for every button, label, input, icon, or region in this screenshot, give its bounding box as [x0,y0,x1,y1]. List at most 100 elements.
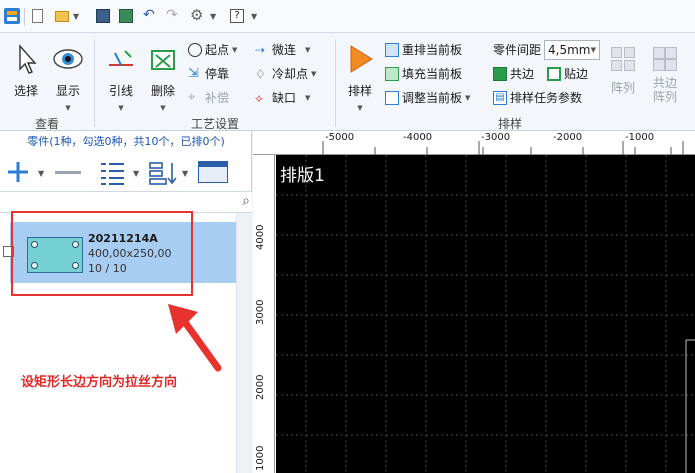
renest-board-button[interactable]: 重排当前板 [385,40,462,60]
common-array-button[interactable]: 共边 阵列 [647,43,683,104]
chevron-down-icon[interactable]: ▼ [133,169,139,178]
start-point-icon [188,43,202,57]
chevron-down-icon[interactable]: ▼ [357,104,362,112]
chevron-down-icon[interactable]: ▼ [305,88,310,108]
notch-button[interactable]: ⟡ 缺口 ▼ [255,88,310,108]
highlight-box [11,211,193,296]
common-array-label: 共边 阵列 [652,76,677,104]
compensate-button[interactable]: ⌖ 补偿 [188,88,229,108]
part-spacing-value: 4,5mm [548,43,591,57]
delete-button[interactable]: 删除 ▼ [143,43,183,113]
chevron-down-icon[interactable]: ▼ [38,169,44,178]
cooling-point-label: 冷却点 [272,67,309,81]
fill-board-button[interactable]: 填充当前板 [385,64,462,84]
vertical-ruler: 4000 3000 2000 1000 [253,155,275,473]
sort-icon [149,162,177,185]
nesting-canvas[interactable]: -5000 -4000 -3000 -2000 -1000 4000 3000 … [253,131,695,473]
sort-button[interactable] [148,160,178,188]
cooling-point-icon: ♢ [255,67,266,81]
stick-edge-label: 贴边 [564,67,589,81]
chevron-down-icon[interactable]: ▼ [465,88,470,108]
part-spacing-label: 零件间距 [493,43,542,57]
compensate-label: 补偿 [205,91,230,105]
common-array-icon [649,43,681,75]
notch-label: 缺口 [272,91,297,105]
micro-joint-button[interactable]: ⇢ 微连 ▼ [255,40,310,60]
micro-joint-label: 微连 [272,43,297,57]
group-divider [94,39,95,127]
ribbon: 选择 显示 ▼ 查看 引线 ▼ 删除 ▼ 起点 ▼ ⇲ 停靠 ⌖ 补偿 ⇢ 微连… [0,33,695,131]
chevron-down-icon[interactable]: ▼ [160,104,165,112]
new-file-icon[interactable] [32,9,43,23]
compensate-icon: ⌖ [188,90,196,105]
annotation-note: 设矩形长边方向为拉丝方向 [21,375,178,390]
chevron-down-icon[interactable]: ▼ [311,64,316,84]
redo-icon[interactable]: ↷ [166,7,180,23]
chevron-down-icon[interactable]: ▼ [65,104,70,112]
part-spacing-select[interactable]: 4,5mm ▼ [544,40,601,60]
renest-icon [385,43,399,57]
remove-part-button[interactable] [55,171,81,174]
chevron-down-icon[interactable]: ▼ [305,40,310,60]
task-params-button[interactable]: ▤ 排样任务参数 [493,88,582,108]
notch-icon: ⟡ [255,91,263,105]
common-edge-icon [493,67,507,81]
list-icon [101,163,124,185]
annotation-arrow [168,304,222,372]
app-logo-icon[interactable] [4,8,20,24]
chevron-down-icon[interactable]: ▼ [182,169,188,178]
v-tick-label: 1000 [255,445,266,471]
task-params-label: 排样任务参数 [510,91,583,105]
start-point-button[interactable]: 起点 ▼ [188,40,237,60]
stop-label: 停靠 [205,67,230,81]
group-label-nest: 排样 [497,117,522,131]
adjust-board-button[interactable]: 调整当前板 ▼ [385,88,470,108]
add-part-button[interactable] [6,160,30,188]
chevron-down-icon: ▼ [590,46,597,54]
help-icon[interactable]: ? [230,9,244,23]
chevron-down-icon[interactable]: ▼ [251,12,257,21]
chevron-down-icon[interactable]: ▼ [118,104,123,112]
delete-lead-icon [151,50,175,70]
chevron-down-icon[interactable]: ▼ [73,12,79,21]
stop-button[interactable]: ⇲ 停靠 [188,64,229,84]
common-edge-toggle[interactable]: 共边 [493,64,534,84]
h-tick-label: -1000 [625,132,655,143]
group-divider [335,39,336,127]
v-tick-label: 4000 [255,224,266,250]
search-row: ⌕ [0,191,252,213]
board-grid [276,155,695,473]
save-icon[interactable] [96,9,110,23]
show-button[interactable]: 显示 ▼ [48,43,88,113]
adjust-board-icon [385,91,399,105]
nest-button[interactable]: 排样 ▼ [340,43,380,113]
select-label: 选择 [13,84,38,98]
array-label: 阵列 [610,81,635,95]
array-button[interactable]: 阵列 [605,43,641,96]
table-view-button[interactable] [198,161,228,183]
group-label-view: 查看 [34,117,59,131]
undo-icon[interactable]: ↶ [143,7,157,23]
lead-button[interactable]: 引线 ▼ [101,43,141,113]
cooling-point-button[interactable]: ♢ 冷却点 ▼ [255,64,316,84]
sheet-board[interactable]: 排版1 [276,155,695,473]
start-point-label: 起点 [205,43,230,57]
stick-edge-icon [547,67,561,81]
open-folder-icon[interactable] [55,11,69,22]
search-icon[interactable]: ⌕ [242,193,250,209]
stick-edge-toggle[interactable]: 贴边 [547,64,588,84]
task-params-icon: ▤ [493,91,507,105]
plus-icon [8,162,28,182]
renest-board-label: 重排当前板 [402,43,463,57]
chevron-down-icon[interactable]: ▼ [232,40,237,60]
select-button[interactable]: 选择 [8,43,44,99]
list-view-button[interactable] [98,160,126,188]
cursor-arrow-icon [19,44,37,74]
eye-icon [53,49,83,69]
lead-label: 引线 [108,84,133,98]
chevron-down-icon[interactable]: ▼ [210,12,216,21]
gear-icon[interactable]: ⚙ [190,6,204,24]
h-tick-label: -4000 [403,132,433,143]
save-as-icon[interactable] [119,9,133,23]
array-grid-icon [607,43,639,75]
